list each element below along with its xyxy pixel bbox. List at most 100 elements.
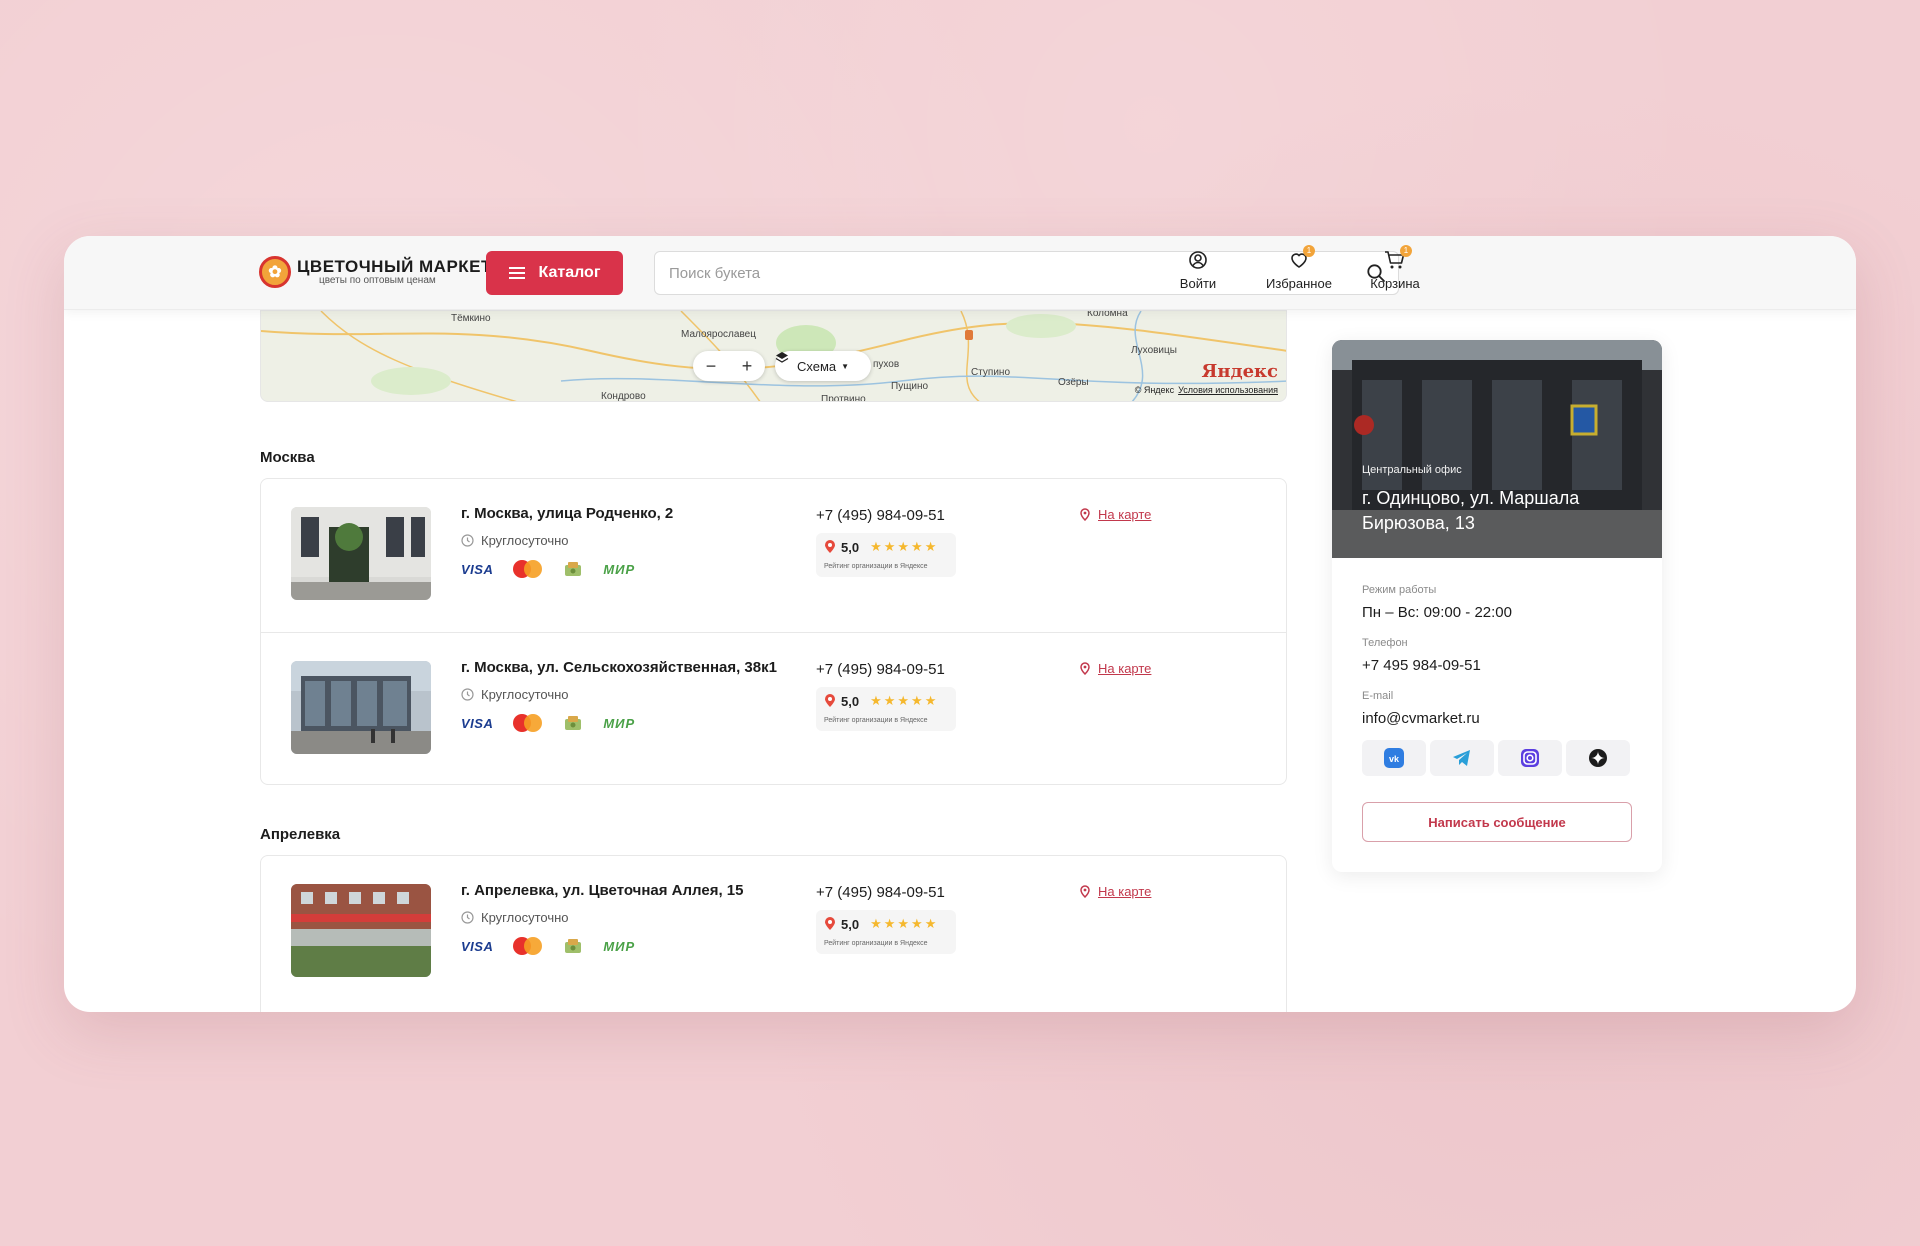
- rating-stars-icon: ★★★★★: [870, 693, 939, 708]
- city-section-title: Апрелевка: [260, 826, 341, 843]
- map-town-label: Ступино: [971, 367, 1010, 378]
- central-office-panel: Центральный офис г. Одинцово, ул. Маршал…: [1332, 340, 1662, 872]
- stores-map[interactable]: Тёмкино Малоярославец Коломна Луховицы С…: [260, 310, 1287, 402]
- map-town-label: Пущино: [891, 381, 929, 392]
- cash-icon: [565, 939, 582, 953]
- mastercard-icon: [513, 713, 543, 733]
- login-button[interactable]: Войти: [1174, 250, 1222, 291]
- show-on-map-link[interactable]: На карте: [1080, 507, 1151, 522]
- rating-score: 5,0: [841, 539, 860, 555]
- catalog-label: Каталог: [538, 264, 601, 281]
- cash-icon: [565, 562, 582, 576]
- store-hours: Круглосуточно: [461, 687, 569, 702]
- menu-icon: [508, 267, 525, 279]
- payment-methods: VISA МИР: [461, 713, 635, 733]
- instagram-button[interactable]: [1498, 740, 1562, 776]
- office-tag: Центральный офис: [1362, 464, 1462, 476]
- logo[interactable]: ✿ ЦВЕТОЧНЫЙ МАРКЕТ цветы по оптовым цена…: [259, 256, 492, 288]
- map-town-label: Озёры: [1058, 377, 1089, 388]
- phone-value[interactable]: +7 495 984-09-51: [1362, 657, 1481, 674]
- store-photo[interactable]: [291, 884, 431, 977]
- map-brand-logo: Яндекс: [1201, 361, 1278, 382]
- store-hours: Круглосуточно: [461, 910, 569, 925]
- map-town-label: Малоярославец: [681, 329, 756, 340]
- office-photo: Центральный офис г. Одинцово, ул. Маршал…: [1332, 340, 1662, 558]
- telegram-icon: [1453, 750, 1470, 766]
- yandex-rating-badge[interactable]: 5,0 ★★★★★ Рейтинг организации в Яндексе: [816, 687, 956, 731]
- show-on-map-link[interactable]: На карте: [1080, 661, 1151, 676]
- rating-score: 5,0: [841, 693, 860, 709]
- site-window: ✿ ЦВЕТОЧНЫЙ МАРКЕТ цветы по оптовым цена…: [64, 236, 1856, 1012]
- visa-icon: VISA: [461, 715, 494, 731]
- map-zoom-control: − +: [693, 351, 765, 381]
- clock-icon: [461, 688, 474, 701]
- hours-label: Режим работы: [1362, 584, 1437, 596]
- site-header: ✿ ЦВЕТОЧНЫЙ МАРКЕТ цветы по оптовым цена…: [64, 236, 1856, 310]
- cash-icon: [565, 716, 582, 730]
- heart-icon: 1: [1289, 245, 1315, 272]
- store-address: г. Москва, улица Родченко, 2: [461, 505, 674, 522]
- map-copyright: © Яндекс Условия использования: [1135, 385, 1278, 395]
- store-list-card: г. Москва, улица Родченко, 2 Круглосуточ…: [260, 478, 1287, 785]
- svg-text:vk: vk: [1389, 754, 1400, 764]
- store-phone[interactable]: +7 (495) 984-09-51: [816, 661, 945, 678]
- email-label: E-mail: [1362, 690, 1394, 702]
- rating-caption: Рейтинг организации в Яндексе: [824, 563, 928, 570]
- clock-icon: [461, 534, 474, 547]
- cart-icon: 1: [1384, 245, 1412, 272]
- zen-button[interactable]: [1566, 740, 1630, 776]
- favorites-button[interactable]: 1 Избранное: [1254, 245, 1344, 291]
- store-photo[interactable]: [291, 507, 431, 600]
- store-hours: Круглосуточно: [461, 533, 569, 548]
- telegram-button[interactable]: [1430, 740, 1494, 776]
- store-photo[interactable]: [291, 661, 431, 754]
- mastercard-icon: [513, 936, 543, 956]
- yandex-rating-badge[interactable]: 5,0 ★★★★★ Рейтинг организации в Яндексе: [816, 533, 956, 577]
- cart-button[interactable]: 1 Корзина: [1360, 245, 1430, 291]
- mir-icon: МИР: [603, 715, 636, 731]
- map-layer-button[interactable]: Схема ▼: [775, 351, 871, 381]
- search-input[interactable]: [655, 252, 1335, 294]
- zoom-out-button[interactable]: −: [706, 356, 717, 377]
- phone-label: Телефон: [1362, 637, 1408, 649]
- zoom-in-button[interactable]: +: [742, 356, 753, 377]
- show-on-map-label: На карте: [1098, 661, 1152, 676]
- layers-icon: [775, 352, 789, 363]
- store-address: г. Апрелевка, ул. Цветочная Аллея, 15: [461, 882, 744, 899]
- map-copyright-text: © Яндекс: [1134, 385, 1175, 395]
- payment-methods: VISA МИР: [461, 559, 635, 579]
- email-value[interactable]: info@cvmarket.ru: [1362, 710, 1480, 727]
- store-item: г. Апрелевка, ул. Цветочная Аллея, 15 Кр…: [261, 856, 1286, 1009]
- store-item: г. Москва, улица Родченко, 2 Круглосуточ…: [261, 479, 1286, 632]
- zen-icon: [1589, 749, 1607, 767]
- map-town-label: Кондрово: [601, 391, 646, 402]
- rating-caption: Рейтинг организации в Яндексе: [824, 717, 928, 724]
- user-icon: [1174, 250, 1222, 272]
- write-message-button[interactable]: Написать сообщение: [1362, 802, 1632, 842]
- logo-title: ЦВЕТОЧНЫЙ МАРКЕТ: [297, 257, 492, 276]
- store-hours-text: Круглосуточно: [481, 687, 569, 702]
- logo-subtitle: цветы по оптовым ценам: [319, 275, 436, 286]
- map-town-label: Коломна: [1087, 310, 1128, 319]
- store-phone[interactable]: +7 (495) 984-09-51: [816, 884, 945, 901]
- map-terms-link[interactable]: Условия использования: [1178, 385, 1278, 395]
- show-on-map-link[interactable]: На карте: [1080, 884, 1151, 899]
- rating-score: 5,0: [841, 916, 860, 932]
- city-section-title: Москва: [260, 449, 315, 466]
- payment-methods: VISA МИР: [461, 936, 635, 956]
- mir-icon: МИР: [603, 561, 636, 577]
- store-item: г. Москва, ул. Сельскохозяйственная, 38к…: [261, 632, 1286, 785]
- vk-icon: vk: [1384, 748, 1404, 768]
- store-hours-text: Круглосуточно: [481, 910, 569, 925]
- vk-button[interactable]: vk: [1362, 740, 1426, 776]
- instagram-icon: [1521, 749, 1539, 767]
- yandex-rating-badge[interactable]: 5,0 ★★★★★ Рейтинг организации в Яндексе: [816, 910, 956, 954]
- rating-stars-icon: ★★★★★: [870, 916, 939, 931]
- cart-badge: 1: [1400, 245, 1412, 257]
- map-layer-label: Схема: [796, 358, 837, 374]
- store-hours-text: Круглосуточно: [481, 533, 569, 548]
- store-phone[interactable]: +7 (495) 984-09-51: [816, 507, 945, 524]
- office-address: г. Одинцово, ул. Маршала Бирюзова, 13: [1362, 488, 1580, 533]
- catalog-button[interactable]: Каталог: [486, 251, 623, 295]
- clock-icon: [461, 911, 474, 924]
